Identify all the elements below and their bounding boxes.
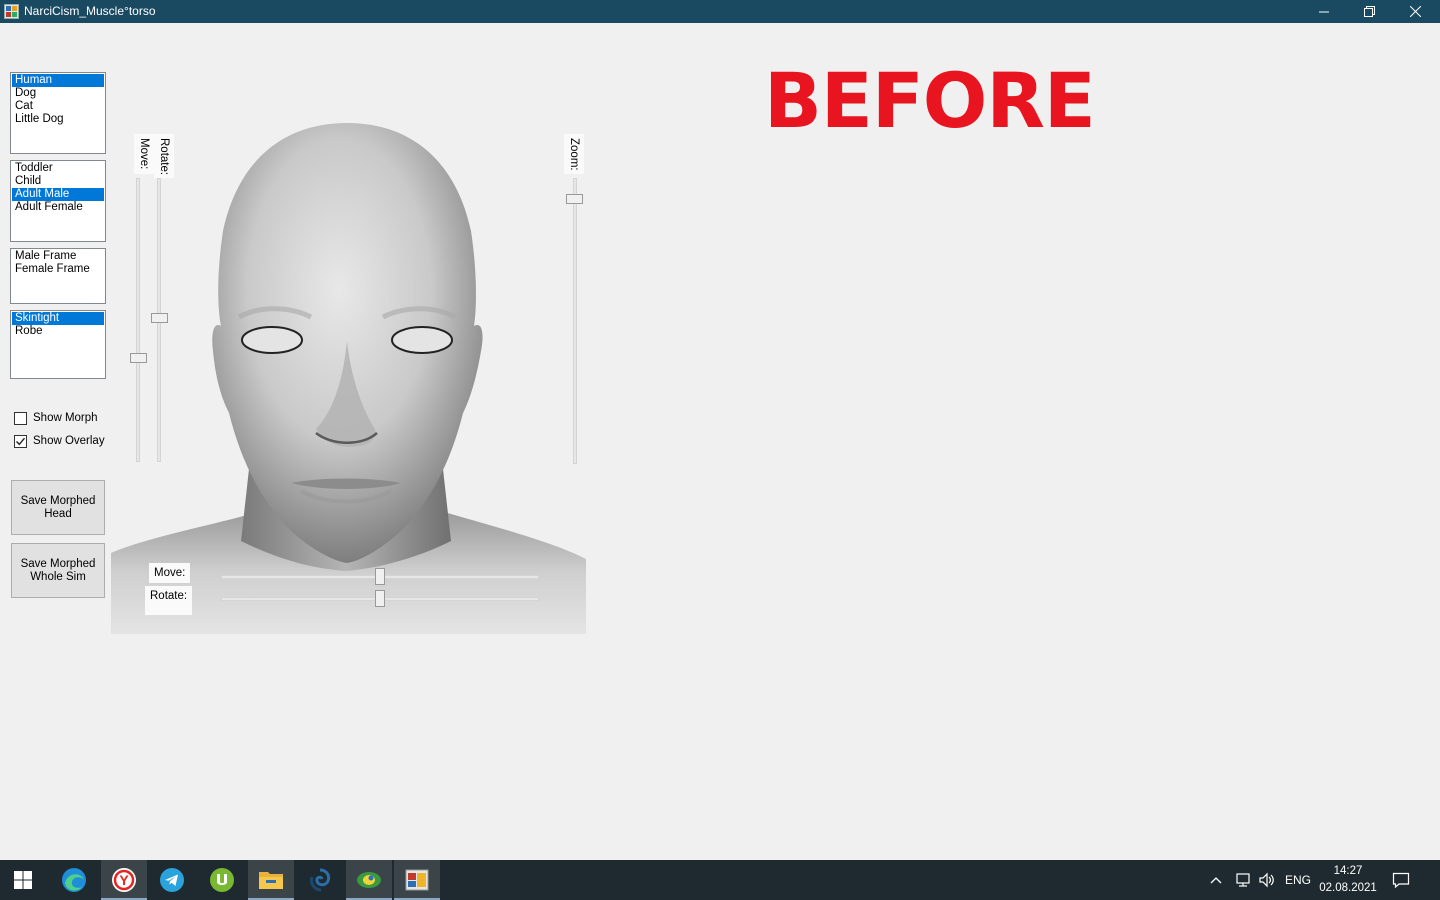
windows-start-icon [14,871,32,889]
file-explorer-icon [259,872,283,889]
age-listbox[interactable]: Toddler Child Adult Male Adult Female [10,160,106,242]
horizontal-move-slider-thumb[interactable] [375,568,385,585]
clock-date: 02.08.2021 [1319,882,1377,894]
taskbar-edge[interactable] [51,860,97,900]
list-item-toddler[interactable]: Toddler [12,162,104,175]
restore-icon [1363,6,1375,17]
notification-icon [1392,872,1410,889]
horizontal-rotate-slider-thumb[interactable] [375,590,385,607]
vertical-rotate-label-box: Rotate: [154,134,174,178]
network-status[interactable] [1234,860,1252,900]
zoom-label: Zoom: [568,138,580,171]
zoom-label-box: Zoom: [564,134,584,174]
taskbar-file-explorer[interactable] [248,860,294,900]
network-icon [1236,873,1250,887]
narcicism-app-icon [405,869,429,891]
yandex-browser-icon: Y [112,868,136,892]
input-language[interactable]: ENG [1285,860,1311,900]
show-morph-label: Show Morph [33,412,98,424]
taskbar: Y ENG 14:27 02.08.2021 [0,860,1440,900]
list-item-adult-male[interactable]: Adult Male [12,188,104,201]
vertical-move-slider-thumb[interactable] [130,353,147,363]
title-bar: NarciCism_Muscle°torso [0,0,1440,23]
horizontal-rotate-label: Rotate: [145,586,193,615]
swirl-app-icon [310,868,331,892]
start-button[interactable] [0,860,46,900]
show-morph-checkbox[interactable]: Show Morph [14,410,98,426]
list-item-little-dog[interactable]: Little Dog [12,113,104,126]
show-overlay-checkbox[interactable]: Show Overlay [14,433,105,449]
list-item-child[interactable]: Child [12,175,104,188]
app-icon [4,4,19,19]
tray-overflow-button[interactable] [1210,860,1222,900]
horizontal-move-label: Move: [149,563,191,583]
telegram-icon [160,868,184,892]
clothing-listbox[interactable]: Skintight Robe [10,310,106,379]
vertical-rotate-slider-thumb[interactable] [151,313,168,323]
minimize-icon [1319,11,1329,12]
minimize-button[interactable] [1301,0,1347,23]
list-item-dog[interactable]: Dog [12,87,104,100]
close-button[interactable] [1392,0,1438,23]
speaker-icon [1259,872,1274,888]
taskbar-utorrent[interactable] [199,860,245,900]
checkmark-icon [16,437,26,445]
volume-control[interactable] [1258,860,1276,900]
globe-app-icon [357,872,381,888]
taskbar-yandex-browser[interactable]: Y [101,860,147,900]
vertical-move-label-box: Move: [134,134,154,174]
vertical-move-slider-track[interactable] [136,178,140,462]
list-item-skintight[interactable]: Skintight [12,312,104,325]
save-morphed-whole-sim-button[interactable]: Save Morphed Whole Sim [11,543,105,598]
zoom-slider-track[interactable] [573,178,577,464]
restore-button[interactable] [1346,0,1392,23]
vertical-move-label: Move: [138,138,150,170]
list-item-robe[interactable]: Robe [12,325,104,338]
clock-time: 14:27 [1333,865,1363,877]
vertical-rotate-label: Rotate: [158,138,170,176]
list-item-human[interactable]: Human [12,74,104,87]
chevron-up-icon [1210,877,1222,884]
species-listbox[interactable]: Human Dog Cat Little Dog [10,72,106,154]
close-icon [1409,6,1421,17]
head-3d-viewport[interactable] [111,121,586,634]
edge-icon [62,868,86,892]
svg-text:Y: Y [119,872,129,888]
utorrent-icon [210,868,234,892]
zoom-slider-thumb[interactable] [566,194,583,204]
frame-listbox[interactable]: Male Frame Female Frame [10,248,106,304]
list-item-adult-female[interactable]: Adult Female [12,201,104,214]
window-title: NarciCism_Muscle°torso [24,4,156,18]
taskbar-telegram[interactable] [149,860,195,900]
save-morphed-head-button[interactable]: Save Morphed Head [11,480,105,535]
action-center-button[interactable] [1392,860,1410,900]
taskbar-app-globe[interactable] [346,860,392,900]
list-item-male-frame[interactable]: Male Frame [12,250,104,263]
taskbar-narcicism-app[interactable] [394,860,440,900]
list-item-cat[interactable]: Cat [12,100,104,113]
checkbox-box[interactable] [14,434,27,448]
before-label: BEFORE [764,56,1096,145]
list-item-female-frame[interactable]: Female Frame [12,263,104,276]
checkbox-box[interactable] [14,411,27,425]
clock[interactable]: 14:27 02.08.2021 [1316,863,1380,897]
taskbar-app-swirl[interactable] [297,860,343,900]
show-overlay-label: Show Overlay [33,435,105,447]
